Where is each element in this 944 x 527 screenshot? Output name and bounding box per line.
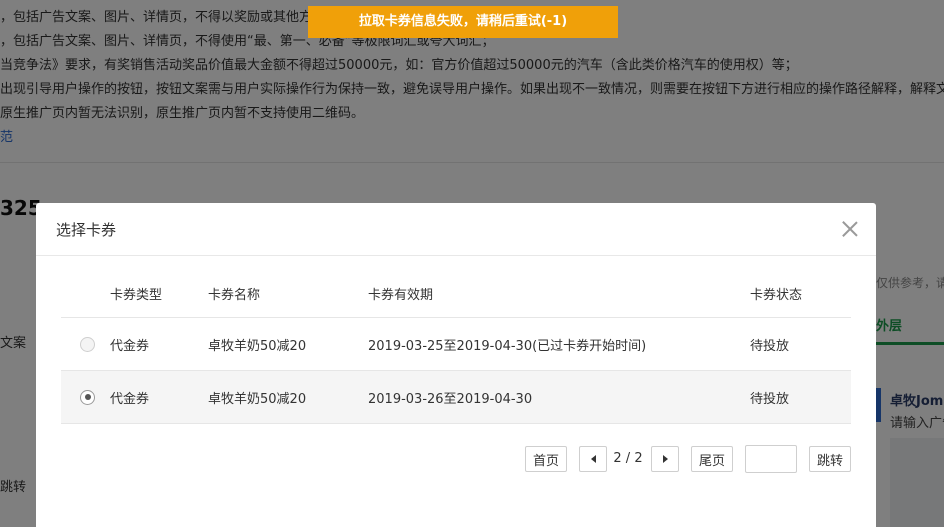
coupon-status: 待投放 (750, 338, 790, 354)
dialog-header: 选择卡券 (36, 203, 876, 256)
first-page-button[interactable]: 首页 (525, 446, 567, 472)
jump-button[interactable]: 跳转 (809, 446, 851, 472)
column-header-name: 卡券名称 (208, 287, 261, 303)
table-header: 卡券类型 卡券名称 卡券有效期 卡券状态 (61, 269, 851, 318)
column-header-type: 卡券类型 (110, 287, 163, 303)
table-row[interactable]: 代金券 卓牧羊奶50减20 2019-03-26至2019-04-30 待投放 (61, 371, 851, 424)
prev-page-button[interactable] (579, 446, 607, 472)
column-header-validity: 卡券有效期 (368, 287, 434, 303)
close-icon[interactable] (840, 219, 860, 239)
coupon-status: 待投放 (750, 391, 790, 407)
error-toast: 拉取卡券信息失败，请稍后重试(-1) (308, 6, 618, 38)
coupon-type: 代金券 (110, 338, 150, 354)
chevron-left-icon (590, 455, 596, 463)
coupon-validity: 2019-03-25至2019-04-30(已过卡券开始时间) (368, 338, 647, 354)
column-header-status: 卡券状态 (750, 287, 803, 303)
coupon-validity: 2019-03-26至2019-04-30 (368, 391, 533, 407)
coupon-radio-selected[interactable] (80, 389, 95, 405)
table-row[interactable]: 代金券 卓牧羊奶50减20 2019-03-25至2019-04-30(已过卡券… (61, 318, 851, 371)
next-page-button[interactable] (651, 446, 679, 472)
coupon-name: 卓牧羊奶50减20 (208, 338, 307, 354)
coupon-type: 代金券 (110, 391, 150, 407)
select-coupon-dialog: 选择卡券 卡券类型 卡券名称 卡券有效期 卡券状态 代金券 卓牧羊奶50减20 … (36, 203, 876, 527)
page-indicator: 2 / 2 (613, 451, 643, 466)
chevron-right-icon (662, 455, 668, 463)
coupon-name: 卓牧羊奶50减20 (208, 391, 307, 407)
dialog-title: 选择卡券 (56, 221, 117, 239)
page-number-input[interactable] (745, 445, 797, 473)
last-page-button[interactable]: 尾页 (691, 446, 733, 472)
coupon-radio[interactable] (80, 336, 95, 352)
coupon-table: 卡券类型 卡券名称 卡券有效期 卡券状态 代金券 卓牧羊奶50减20 2019-… (61, 269, 851, 424)
